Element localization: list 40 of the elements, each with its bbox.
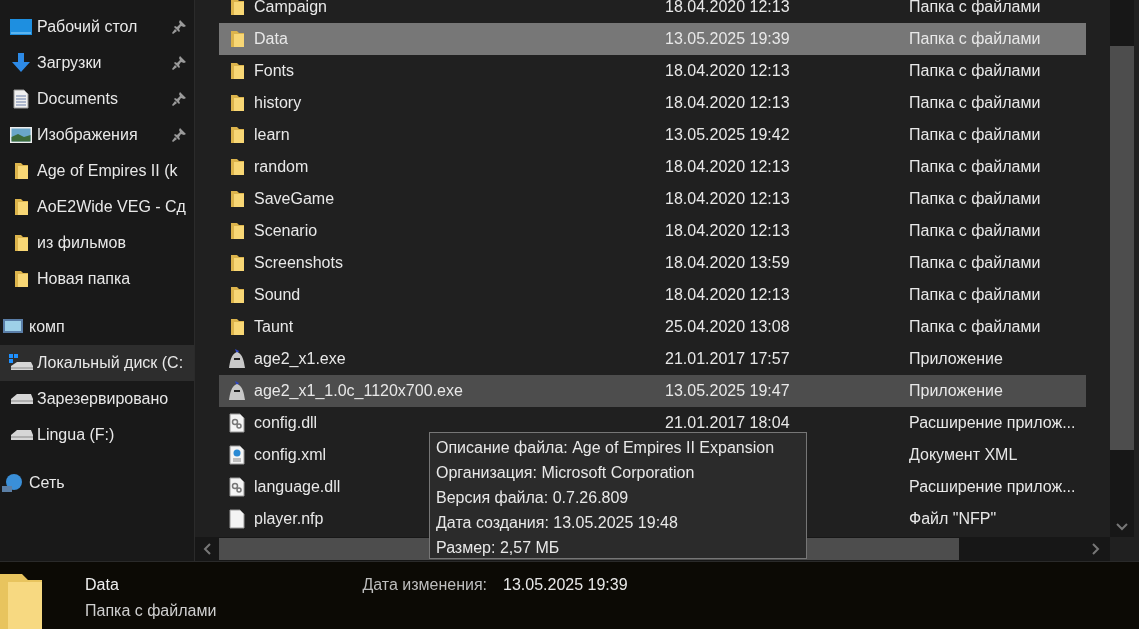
tooltip-line: Организация: Microsoft Corporation — [436, 463, 696, 483]
date-modified: 18.04.2020 13:59 — [665, 253, 791, 273]
file-type: Папка с файлами — [909, 29, 1041, 49]
file-type: Папка с файлами — [909, 61, 1041, 81]
file-type: Папка с файлами — [909, 189, 1041, 209]
date-modified: 13.05.2025 19:42 — [665, 125, 791, 145]
file-type: Папка с файлами — [909, 93, 1041, 113]
file-type: Папка с файлами — [909, 253, 1041, 273]
file-type: Папка с файлами — [909, 317, 1041, 337]
date-modified: 18.04.2020 12:13 — [665, 61, 791, 81]
tooltip-line: Дата создания: 13.05.2025 19:48 — [436, 513, 679, 533]
date-modified: 13.05.2025 19:47 — [665, 381, 791, 401]
file-type: Приложение — [909, 381, 1003, 401]
tooltip-line: Описание файла: Age of Empires II Expansion — [436, 438, 776, 458]
date-modified: 21.01.2017 17:57 — [665, 349, 791, 369]
file-type: Расширение прилож... — [909, 413, 1076, 433]
file-type: Документ XML — [909, 445, 1018, 465]
selected-item-name: Data — [85, 575, 120, 595]
file-type: Приложение — [909, 349, 1003, 369]
file-type: Папка с файлами — [909, 221, 1041, 241]
date-modified: 25.04.2020 13:08 — [665, 317, 791, 337]
date-modified: 18.04.2020 12:13 — [665, 285, 791, 305]
selected-item-type: Папка с файлами — [85, 601, 217, 621]
date-modified: 18.04.2020 12:13 — [665, 93, 791, 113]
date-modified: 18.04.2020 12:13 — [665, 221, 791, 241]
date-modified: 21.01.2017 18:04 — [665, 413, 791, 433]
file-type: Папка с файлами — [909, 125, 1041, 145]
file-type: Расширение прилож... — [909, 477, 1076, 497]
tooltip-line: Версия файла: 0.7.26.809 — [436, 488, 630, 508]
date-modified: 13.05.2025 19:39 — [665, 29, 791, 49]
file-type: Папка с файлами — [909, 157, 1041, 177]
date-modified-label: Дата изменения: — [362, 575, 488, 595]
file-type: Папка с файлами — [909, 0, 1041, 17]
tooltip-line: Размер: 2,57 МБ — [436, 538, 561, 558]
file-type: Папка с файлами — [909, 285, 1041, 305]
date-modified: 18.04.2020 12:13 — [665, 0, 791, 17]
file-type: Файл "NFP" — [909, 509, 997, 529]
date-modified-value: 13.05.2025 19:39 — [503, 575, 628, 595]
date-modified: 18.04.2020 12:13 — [665, 189, 791, 209]
date-modified: 18.04.2020 12:13 — [665, 157, 791, 177]
